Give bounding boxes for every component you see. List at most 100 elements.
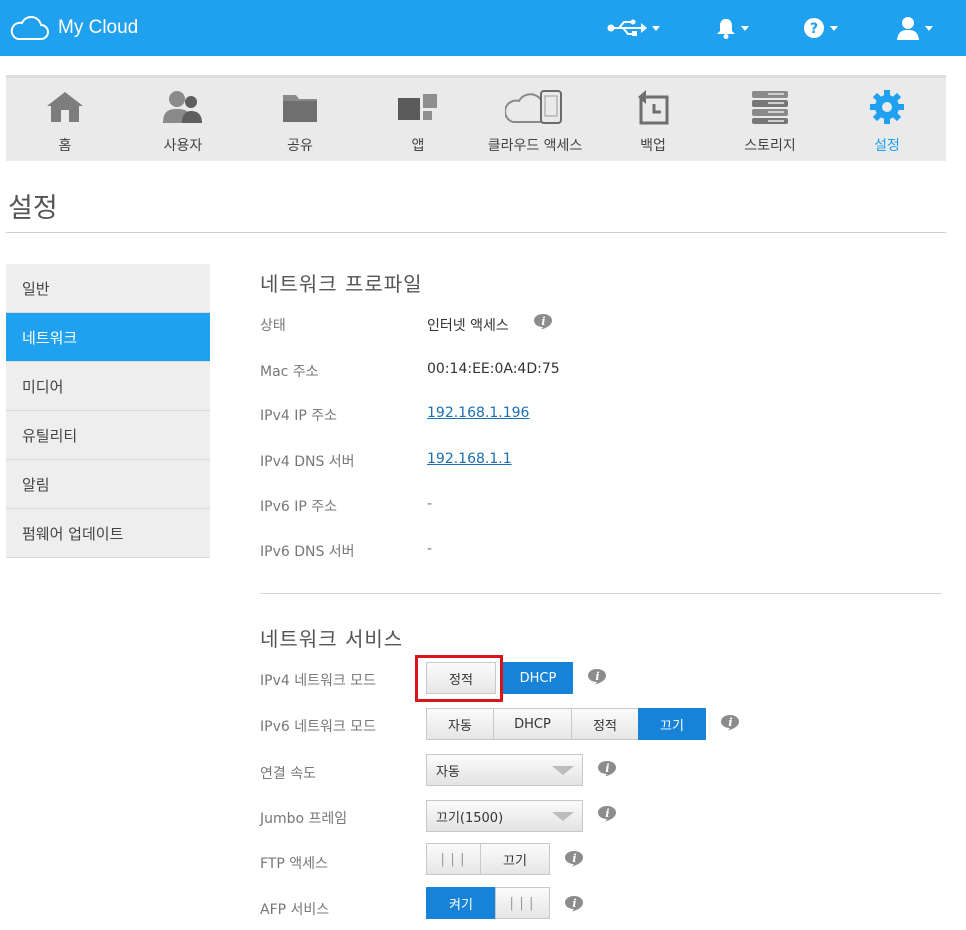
nav-label: 스토리지 — [744, 138, 796, 154]
divider — [6, 232, 946, 233]
nav-item-users[interactable]: 사용자 — [124, 78, 242, 162]
side-item-firmware-update[interactable]: 펌웨어 업데이트 — [6, 509, 210, 558]
svg-text:i: i — [572, 897, 576, 910]
chevron-down-icon — [652, 25, 660, 31]
info-icon[interactable]: i — [564, 895, 584, 912]
link-speed-value: 자동 — [436, 764, 460, 780]
nav-label: 홈 — [58, 138, 72, 154]
ipv4-address-link[interactable]: 192.168.1.196 — [427, 405, 529, 421]
cloud-access-icon — [503, 89, 567, 125]
ipv4-address-label: IPv4 IP 주소 — [260, 408, 337, 424]
info-icon[interactable]: i — [587, 668, 607, 685]
chevron-down-icon — [544, 801, 582, 831]
nav-label: 사용자 — [163, 138, 203, 154]
settings-side-menu: 일반 네트워크 미디어 유틸리티 알림 펌웨어 업데이트 — [6, 264, 210, 558]
help-menu[interactable]: ? — [803, 14, 838, 42]
ipv4-mode-dhcp-button[interactable]: DHCP — [503, 662, 573, 694]
help-icon: ? — [804, 18, 824, 38]
top-bar: My Cloud ? — [0, 0, 966, 56]
afp-toggle-handle[interactable]: ||| — [495, 887, 550, 919]
side-item-utilities[interactable]: 유틸리티 — [6, 411, 210, 460]
ipv6-mode-off-button[interactable]: 끄기 — [638, 708, 706, 740]
cloud-logo-icon — [10, 15, 49, 40]
home-icon — [43, 89, 87, 125]
chevron-down-icon — [830, 25, 838, 31]
svg-text:i: i — [605, 807, 609, 820]
users-icon — [161, 89, 205, 125]
info-icon[interactable]: i — [597, 760, 617, 777]
section-title-network-services: 네트워크 서비스 — [260, 627, 404, 651]
usb-menu[interactable] — [607, 14, 660, 42]
user-menu[interactable] — [896, 14, 933, 42]
nav-label: 설정 — [874, 138, 900, 154]
info-icon[interactable]: i — [720, 714, 740, 731]
apps-icon — [396, 89, 440, 125]
jumbo-frame-select[interactable]: 끄기(1500) — [426, 800, 583, 832]
logo[interactable]: My Cloud — [8, 14, 138, 42]
info-icon[interactable]: i — [533, 313, 553, 330]
side-item-notifications[interactable]: 알림 — [6, 460, 210, 509]
nav-label: 클라우드 액세스 — [487, 138, 583, 154]
afp-toggle-state[interactable]: 켜기 — [426, 887, 496, 919]
nav-item-cloud-access[interactable]: 클라우드 액세스 — [476, 78, 594, 162]
ipv6-address-value: - — [427, 496, 433, 512]
backup-icon — [631, 89, 675, 125]
ipv6-dns-value: - — [427, 541, 433, 557]
brand-name: My Cloud — [58, 17, 139, 38]
chevron-down-icon — [544, 755, 582, 785]
nav-item-apps[interactable]: 앱 — [359, 78, 477, 162]
ftp-toggle-state[interactable]: 끄기 — [480, 843, 550, 875]
grip-icon: ||| — [507, 895, 538, 911]
info-icon[interactable]: i — [597, 805, 617, 822]
nav-item-settings[interactable]: 설정 — [828, 78, 946, 162]
afp-service-label: AFP 서비스 — [260, 902, 330, 918]
user-icon — [897, 17, 919, 40]
main-nav: 홈 사용자 공유 앱 클라우드 액세스 백업 스토리지 설정 — [6, 75, 946, 161]
ipv6-mode-label: IPv6 네트워크 모드 — [260, 719, 376, 735]
status-label: 상태 — [260, 318, 286, 334]
nav-item-home[interactable]: 홈 — [6, 78, 124, 162]
ftp-access-label: FTP 액세스 — [260, 856, 328, 872]
ipv6-mode-static-button[interactable]: 정적 — [571, 708, 639, 740]
chevron-down-icon — [925, 25, 933, 31]
nav-label: 백업 — [640, 138, 666, 154]
jumbo-frame-label: Jumbo 프레임 — [260, 811, 348, 827]
side-item-media[interactable]: 미디어 — [6, 362, 210, 411]
mac-address-label: Mac 주소 — [260, 364, 319, 380]
nav-item-shares[interactable]: 공유 — [241, 78, 359, 162]
svg-text:i: i — [728, 716, 732, 729]
ipv6-mode-auto-button[interactable]: 자동 — [426, 708, 494, 740]
link-speed-label: 연결 속도 — [260, 766, 316, 782]
svg-text:i: i — [595, 670, 599, 683]
gear-icon — [865, 89, 909, 125]
side-item-network[interactable]: 네트워크 — [6, 313, 210, 362]
storage-icon — [748, 89, 792, 125]
chevron-down-icon — [741, 25, 749, 31]
ipv4-dns-link[interactable]: 192.168.1.1 — [427, 451, 512, 467]
svg-text:i: i — [572, 852, 576, 865]
info-icon[interactable]: i — [564, 850, 584, 867]
ipv4-mode-label: IPv4 네트워크 모드 — [260, 673, 376, 689]
grip-icon: ||| — [438, 851, 469, 867]
ipv6-mode-dhcp-button[interactable]: DHCP — [493, 708, 572, 740]
status-value: 인터넷 액세스 — [427, 318, 509, 334]
ipv4-dns-label: IPv4 DNS 서버 — [260, 454, 355, 470]
nav-item-storage[interactable]: 스토리지 — [711, 78, 829, 162]
bell-icon — [717, 19, 735, 39]
svg-text:?: ? — [810, 21, 818, 37]
notifications-menu[interactable] — [716, 14, 749, 42]
mac-address-value: 00:14:EE:0A:4D:75 — [427, 361, 560, 377]
svg-text:i: i — [541, 315, 545, 328]
ftp-toggle-handle[interactable]: ||| — [426, 843, 481, 875]
page-title: 설정 — [8, 193, 58, 224]
ipv6-address-label: IPv6 IP 주소 — [260, 499, 337, 515]
jumbo-frame-value: 끄기(1500) — [436, 810, 504, 826]
nav-item-backup[interactable]: 백업 — [594, 78, 712, 162]
shares-icon — [278, 89, 322, 125]
nav-label: 앱 — [411, 138, 425, 154]
link-speed-select[interactable]: 자동 — [426, 754, 583, 786]
side-item-general[interactable]: 일반 — [6, 264, 210, 313]
nav-label: 공유 — [287, 138, 313, 154]
svg-text:i: i — [605, 762, 609, 775]
highlight-box — [415, 655, 503, 702]
